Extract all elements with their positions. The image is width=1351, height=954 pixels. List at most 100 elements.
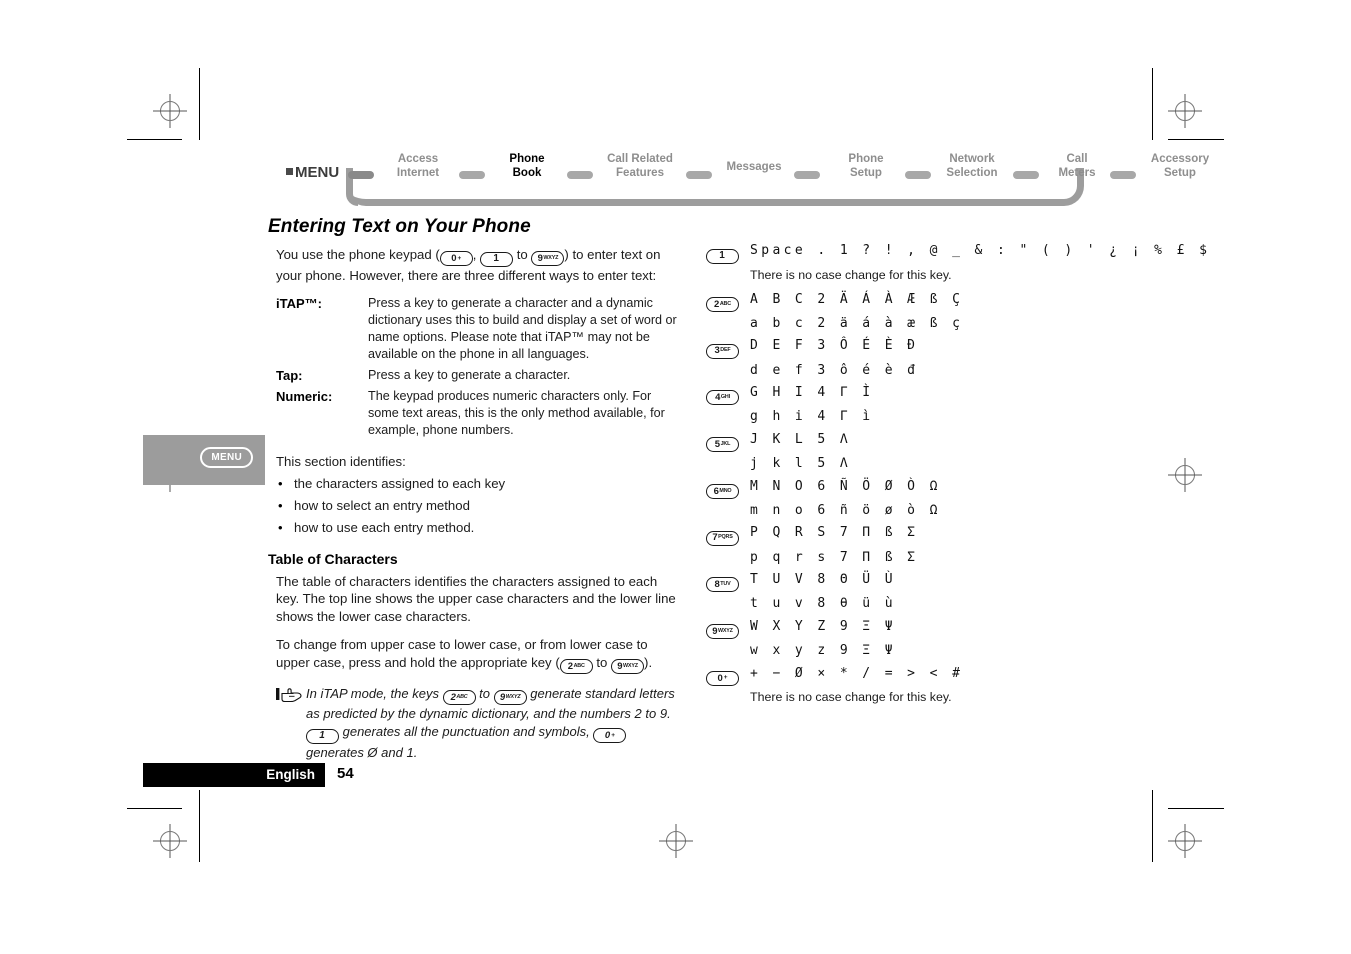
crop-line-top-right-v [1152,68,1153,140]
nav-item-phone-setup[interactable]: Phone Setup [826,152,906,180]
nav-connector-3 [686,171,712,179]
nav-item-line1: Network [949,153,995,165]
crop-line-top-left-h [127,139,182,140]
page-number: 54 [337,765,354,782]
char-group-key-4: 4 GHI G H I 4 Γ Ì g h i 4 Γ ì [706,382,1126,428]
key-glyph-2: 2 ABC [706,296,739,312]
nav-connector-5 [905,171,931,179]
key-glyph-1: 1 [480,251,514,267]
key-glyph-0: 0 + [439,251,473,267]
page-title: Entering Text on Your Phone [268,216,531,237]
nav-item-line1: Phone [848,153,884,165]
margin-tab: MENU [143,435,265,485]
nav-item-line2: Setup [1164,167,1196,179]
entry-method-definition-list: iTAP™: Press a key to generate a charact… [276,295,678,439]
nav-item-access-internet[interactable]: Access Internet [378,152,458,180]
registration-mark-bottom-left [157,828,183,854]
menu-root-label: MENU [286,164,339,181]
key-glyph-9: 9 WXYZ [493,690,527,705]
key-cell: 9 WXYZ [706,616,750,639]
key-cell: 3 DEF [706,335,750,359]
nav-item-line1: Messages [726,161,782,173]
list-item: the characters assigned to each key [278,473,678,495]
char-group-key-8: 8 TUV T U V 8 Θ Ü Ù t u v 8 θ ü ù [706,569,1126,615]
crop-line-bottom-left-h [127,808,182,809]
nav-item-line2: Setup [850,167,882,179]
itap-note-text: In iTAP mode, the keys 2 ABC to 9 WXYZ gen… [306,685,678,762]
uppercase-characters: G H I 4 Γ Ì [750,385,874,400]
nav-connector-4 [794,171,820,179]
list-item: how to select an entry method [278,495,678,517]
table-intro-paragraph: The table of characters identifies the c… [276,573,676,624]
registration-mark-top-left [157,98,183,124]
nav-item-call-related-features[interactable]: Call Related Features [594,152,686,180]
no-case-change-note: There is no case change for this key. [750,689,952,704]
uppercase-characters: J K L 5 Λ [750,431,852,447]
menu-square-bullet-icon [286,168,293,175]
key-glyph-4: 4 GHI [706,390,739,406]
crop-line-top-left-v [199,68,200,140]
manual-page: MENU Access Internet Phone Book Call Rel… [0,0,1351,954]
char-group-key-3: 3 DEF D E F 3 Ô É È Đ d e f 3 ô é è đ [706,335,1126,381]
pointing-hand-icon [276,687,302,702]
nav-item-messages[interactable]: Messages [714,160,794,174]
lowercase-characters: m n o 6 ñ ö ø ò Ω [750,502,941,518]
subsection-title-table-of-characters: Table of Characters [268,550,398,567]
nav-connector-0 [348,171,374,179]
nav-item-line2: Internet [396,167,440,179]
nav-item-network-selection[interactable]: Network Selection [932,152,1012,180]
key-glyph-0: 0 + [593,728,627,744]
key-cell: 4 GHI [706,382,750,406]
nav-item-line2: Features [616,167,664,179]
nav-item-phone-book[interactable]: Phone Book [487,152,567,180]
definition-term: Numeric: [276,389,333,404]
note-text-b: to [475,685,494,701]
char-group-key-6: 6 MNO M N O 6 Ñ Ö Ø Ò Ω m n o 6 ñ ö ø ò Ω [706,476,1126,522]
margin-menu-button[interactable]: MENU [200,447,253,468]
nav-item-call-meters[interactable]: Call Meters [1041,152,1113,180]
definition-term: Tap: [276,368,303,383]
intro-text-a: You use the phone keypad ( [276,247,440,262]
key-glyph-9: 9 WXYZ [706,624,739,639]
no-case-change-note: There is no case change for this key. [750,267,952,282]
key-glyph-7: 7 PQRS [706,530,739,546]
key-cell: 7 PQRS [706,522,750,546]
lowercase-characters: w x y z 9 Ξ Ψ [750,643,896,658]
crop-line-bottom-right-v [1152,790,1153,862]
definition-row: iTAP™: Press a key to generate a charact… [276,295,678,363]
definition-row: Numeric: The keypad produces numeric cha… [276,388,678,439]
nav-item-line2: Meters [1058,167,1096,179]
table-row: 3 DEF D E F 3 Ô É È Đ [706,335,1126,359]
key-cell: 5 JKL [706,429,750,452]
uppercase-characters: P Q R S 7 Π ß Σ [750,525,919,541]
uppercase-characters: T U V 8 Θ Ü Ù [750,572,896,587]
nav-item-accessory-setup[interactable]: Accessory Setup [1136,152,1224,180]
definition-description: Press a key to generate a character. [368,368,571,382]
registration-mark-mid-right [1172,462,1198,488]
nav-item-line1: Phone [509,153,545,165]
nav-connector-2 [567,171,593,179]
key-glyph-9: 9 WXYZ [531,251,565,267]
registration-mark-bottom-center [663,828,689,854]
nav-item-line1: Accessory [1150,153,1210,165]
table-row: 6 MNO M N O 6 Ñ Ö Ø Ò Ω [706,476,1126,499]
intro-text-b: , [472,247,481,262]
key-glyph-1: 1 [306,728,339,744]
key-cell: 0 + [706,663,750,686]
character-table: 1 Space . 1 ? ! , @ _ & : " ( ) ' ¿ ¡ % … [706,240,1207,711]
key-cell: 8 TUV [706,569,750,593]
registration-mark-top-right [1172,98,1198,124]
definition-term: iTAP™: [276,296,322,311]
table-row: 8 TUV T U V 8 Θ Ü Ù [706,569,1126,593]
key-glyph-5: 5 JKL [706,437,739,452]
uppercase-characters: W X Y Z 9 Ξ Ψ [750,618,896,634]
char-group-key-2: 2 ABC A B C 2 Ä Á À Æ ß Ç a b c 2 ä á à æ… [706,289,1126,335]
table-row: 9 WXYZ W X Y Z 9 Ξ Ψ [706,616,1126,639]
intro-text-c: to [513,247,532,262]
char-group-key-5: 5 JKL J K L 5 Λ j k l 5 Λ [706,429,1126,475]
footer-language-label: English [266,767,315,782]
crop-line-bottom-left-v [199,790,200,862]
key-glyph-1: 1 [706,248,739,264]
lowercase-characters: p q r s 7 Π ß Σ [750,549,919,565]
lowercase-characters: g h i 4 Γ ì [750,409,874,425]
